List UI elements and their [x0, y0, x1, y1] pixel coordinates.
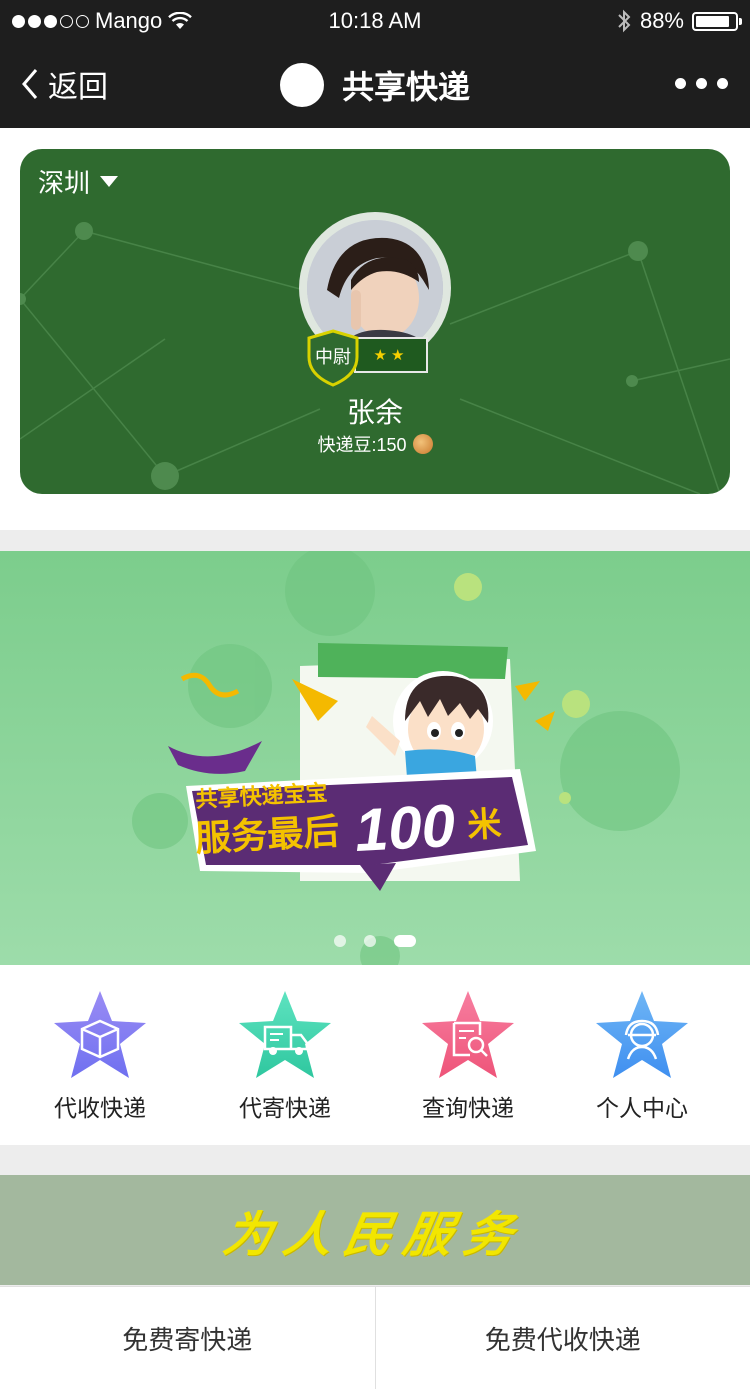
page-title: 共享快递	[342, 62, 470, 108]
rank-stars: ★★	[354, 337, 428, 373]
action-label: 查询快递	[422, 1089, 514, 1123]
action-send-package[interactable]: 代寄快递	[195, 989, 375, 1123]
action-personal-center[interactable]: 个人中心	[552, 989, 732, 1123]
banner-headline-number: 100	[353, 792, 456, 864]
pager-dot-active[interactable]	[394, 935, 416, 947]
status-right: 88%	[616, 8, 738, 34]
pager-dot[interactable]	[334, 935, 346, 947]
action-label: 代收快递	[54, 1089, 146, 1123]
free-send-button[interactable]: 免费寄快递	[0, 1287, 375, 1389]
beans-label: 快递豆:150	[317, 431, 406, 457]
quick-actions: 代收快递 代寄快递 查询快递 个人中心	[0, 965, 750, 1145]
banner-illustration: 共享快递宝宝 服务最后 100 米	[0, 551, 750, 965]
bean-icon	[413, 434, 433, 454]
bluetooth-icon	[616, 9, 632, 33]
package-icon	[52, 989, 148, 1081]
city-selector[interactable]: 深圳	[38, 163, 118, 200]
rank-badge: ★★ 中尉	[306, 329, 432, 387]
slogan-banner: 为人民服务	[0, 1175, 750, 1285]
profile-section: 深圳 ★★ 中尉 张余 快递豆:150	[0, 128, 750, 530]
truck-icon	[237, 989, 333, 1081]
pager-dot[interactable]	[364, 935, 376, 947]
more-dot-icon	[675, 78, 686, 89]
battery-percent: 88%	[640, 8, 684, 34]
person-icon	[594, 989, 690, 1081]
promo-banner[interactable]: 共享快递宝宝 服务最后 100 米	[0, 551, 750, 965]
rank-label: 中尉	[306, 343, 360, 369]
bottom-actions: 免费寄快递 免费代收快递	[0, 1286, 750, 1389]
status-bar: Mango 10:18 AM 88%	[0, 0, 750, 42]
profile-card: 深圳 ★★ 中尉 张余 快递豆:150	[20, 149, 730, 494]
action-label: 个人中心	[596, 1089, 688, 1123]
user-name: 张余	[20, 391, 730, 431]
free-collect-button[interactable]: 免费代收快递	[375, 1287, 750, 1389]
more-dot-icon	[696, 78, 707, 89]
nav-title-group: 共享快递	[0, 62, 750, 108]
action-label: 代寄快递	[239, 1089, 331, 1123]
banner-headline-bottom: 服务最后	[194, 812, 340, 860]
app-logo-icon	[280, 63, 324, 107]
action-collect-package[interactable]: 代收快递	[10, 989, 190, 1123]
slogan-text: 为人民服务	[219, 1195, 531, 1265]
city-label: 深圳	[38, 163, 90, 200]
more-menu-button[interactable]	[675, 78, 728, 89]
more-dot-icon	[717, 78, 728, 89]
beans-balance: 快递豆:150	[20, 431, 730, 457]
search-document-icon	[420, 989, 516, 1081]
banner-headline-unit: 米	[466, 804, 502, 846]
battery-icon	[692, 12, 738, 31]
action-track-package[interactable]: 查询快递	[378, 989, 558, 1123]
caret-down-icon	[100, 176, 118, 187]
nav-bar: 返回 共享快递	[0, 42, 750, 128]
banner-pager	[0, 935, 750, 947]
